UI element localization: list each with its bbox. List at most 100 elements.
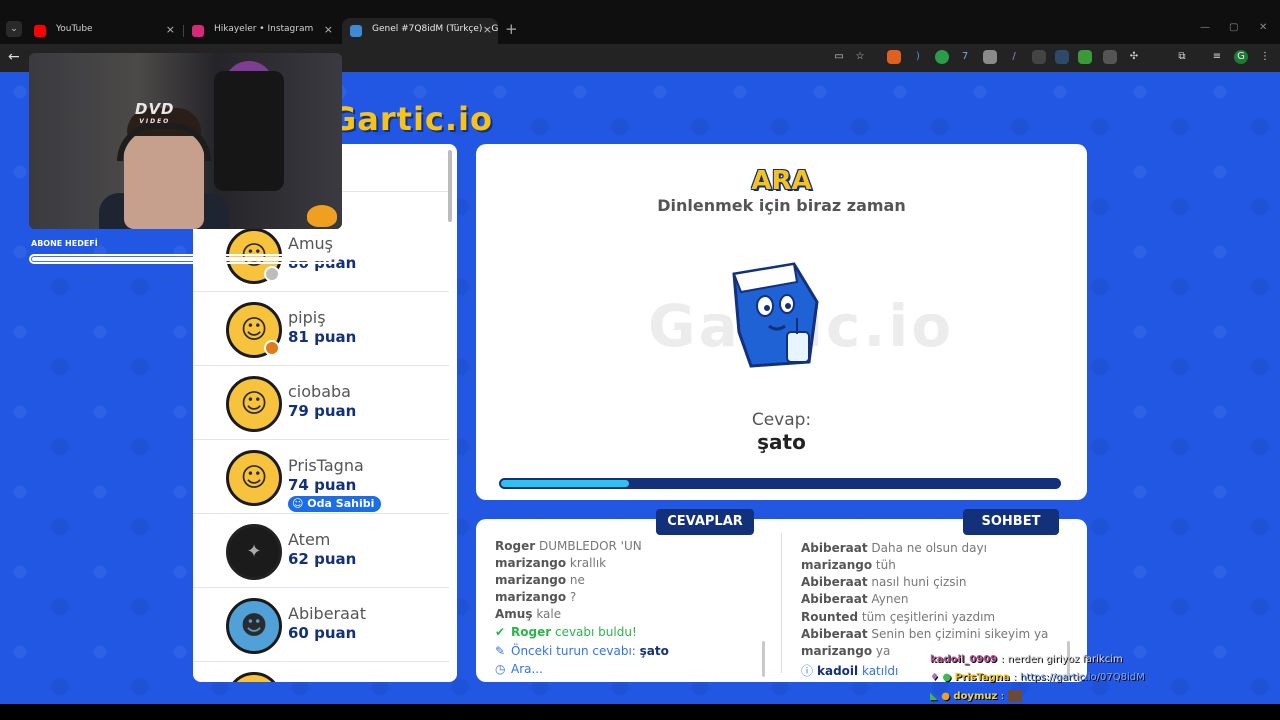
- youtube-icon: [34, 25, 46, 37]
- stream-chat-text: nerden giriyoz farikcim: [1007, 654, 1123, 665]
- answers-scrollbar[interactable]: [762, 641, 765, 677]
- panel-divider: [781, 533, 782, 673]
- answer-text: DUMBLEDOR 'UN: [538, 539, 642, 553]
- status-dot: [264, 340, 280, 356]
- chat-user: Rounted: [801, 610, 859, 624]
- collectible-figure: [214, 71, 284, 191]
- extension-icon[interactable]: ✣: [1127, 50, 1141, 64]
- player-name: ciobaba: [288, 382, 351, 401]
- menu-icon[interactable]: ⋮: [1258, 50, 1272, 64]
- state-subtitle: Dinlenmek için biraz zaman: [657, 196, 906, 215]
- minimize-icon[interactable]: —: [1200, 22, 1210, 33]
- answer-item: Roger DUMBLEDOR 'UN: [495, 539, 642, 553]
- extension-icon[interactable]: [887, 50, 901, 64]
- sub-badge-icon: ●: [941, 691, 950, 702]
- tab-chat[interactable]: SOHBET: [963, 509, 1059, 535]
- chat-text: ya: [875, 644, 891, 658]
- extension-icon[interactable]: /: [1007, 50, 1021, 64]
- close-icon[interactable]: ×: [166, 23, 175, 36]
- chat-text: Aynen: [871, 592, 909, 606]
- answer-value: şato: [757, 430, 806, 454]
- answer-item: marizango ?: [495, 590, 576, 604]
- answer-label: Cevap:: [751, 410, 812, 430]
- answer-text: Önceki turun cevabı:: [511, 644, 636, 658]
- clock-icon: ◷: [495, 662, 506, 676]
- chat-message: Rounted tüm çeşitlerini yazdım: [801, 610, 995, 624]
- game-canvas-card: ARA Dinlenmek için biraz zaman Gartic.io…: [476, 144, 1087, 500]
- close-window-icon[interactable]: ✕: [1259, 22, 1267, 33]
- player-score: 81 puan: [288, 328, 357, 346]
- player-row[interactable]: ✦ Atem 62 puan: [193, 514, 449, 588]
- chat-message: marizango tüh: [801, 558, 896, 572]
- tab-instagram[interactable]: Hikayeler • Instagram ×: [184, 18, 339, 44]
- install-icon[interactable]: ▭: [832, 50, 846, 64]
- answer-text: ne: [569, 573, 585, 587]
- player-name: Atem: [288, 530, 331, 549]
- players-scrollbar[interactable]: [448, 150, 452, 222]
- maximize-icon[interactable]: ▢: [1229, 22, 1238, 33]
- tab-title: YouTube: [56, 24, 93, 34]
- chat-user: Abiberaat: [801, 575, 868, 589]
- answer-user: marizango: [495, 556, 567, 570]
- back-button[interactable]: ←: [8, 49, 20, 65]
- tab-search-button[interactable]: ⌄: [6, 21, 22, 37]
- answer-text: Ara...: [511, 662, 543, 676]
- player-row[interactable]: ☻ Abiberaat 60 puan: [193, 588, 449, 662]
- stream-chat-separator: :: [1013, 672, 1017, 683]
- sub-goal-bar: [29, 254, 339, 264]
- bottom-black-bar: [0, 704, 1280, 720]
- chat-text: Daha ne olsun dayı: [871, 541, 987, 555]
- dvd-logo-subtext: VIDEO: [139, 118, 171, 125]
- badge-icon: ♦: [930, 672, 939, 683]
- stream-chat-line: kadoil_0909 : nerden giriyoz farikcim: [930, 654, 1123, 665]
- close-icon[interactable]: ×: [483, 23, 492, 36]
- extensions-puzzle-icon[interactable]: ⧉: [1175, 50, 1189, 64]
- chat-user: kadoil: [817, 664, 859, 678]
- chat-user: Abiberaat: [801, 592, 868, 606]
- media-control-icon[interactable]: ≡: [1210, 50, 1224, 64]
- extension-icon[interactable]: [1055, 50, 1069, 64]
- smile-face-icon: ☺: [240, 463, 268, 493]
- stream-chat-user: doymuz: [953, 691, 998, 702]
- player-row[interactable]: ☺ pipiş 81 puan: [193, 292, 449, 366]
- player-score: 62 puan: [288, 550, 357, 568]
- profile-avatar[interactable]: G: [1234, 50, 1248, 64]
- extension-icon[interactable]: [1103, 50, 1117, 64]
- extension-icon[interactable]: [1032, 50, 1046, 64]
- answer-text: ?: [569, 590, 577, 604]
- extension-icon[interactable]: [935, 50, 949, 64]
- mascot-drinking-icon: [732, 262, 819, 368]
- answer-user: marizango: [495, 590, 567, 604]
- extension-icon[interactable]: [983, 50, 997, 64]
- stream-chat-line: ♦ ● PrisTagna : https://gartic.io/07Q8id…: [930, 672, 1145, 683]
- extension-icon[interactable]: ): [911, 50, 925, 64]
- bookmark-star-icon[interactable]: ☆: [853, 50, 867, 64]
- player-row[interactable]: ☺ ciobaba 79 puan: [193, 366, 449, 440]
- tab-gartic[interactable]: Genel #7Q8idM (Türkçe) - Gartic.io ×: [342, 18, 498, 44]
- status-dot: [264, 266, 280, 282]
- chat-text: nasıl huni çizsin: [871, 575, 967, 589]
- stream-chat-separator: :: [1000, 654, 1004, 665]
- player-score: 74 puan: [288, 476, 357, 494]
- answer-text: cevabı buldu!: [554, 625, 637, 639]
- state-title: ARA: [751, 166, 812, 196]
- new-tab-button[interactable]: +: [505, 20, 518, 38]
- flame-icon: [307, 205, 337, 227]
- previous-answer-value: şato: [639, 644, 669, 658]
- player-row[interactable]: [193, 662, 449, 682]
- player-row[interactable]: ☺ PrisTagna 74 puan ☺ Oda Sahibi: [193, 440, 449, 514]
- tab-answers[interactable]: CEVAPLAR: [656, 509, 754, 535]
- checkmark-icon: ✔: [495, 625, 506, 639]
- chat-message: marizango ya: [801, 644, 890, 658]
- stream-chat-separator: :: [1000, 691, 1005, 702]
- verified-icon: ●: [942, 672, 952, 683]
- stream-chat-link[interactable]: https://gartic.io/07Q8idM: [1020, 672, 1145, 683]
- tab-youtube[interactable]: YouTube ×: [26, 18, 181, 44]
- answer-user: Amuş: [495, 607, 533, 621]
- close-icon[interactable]: ×: [324, 23, 333, 36]
- extension-icon[interactable]: 7: [958, 50, 972, 64]
- chat-user: marizango: [801, 558, 873, 572]
- extension-icon[interactable]: [1078, 50, 1092, 64]
- chat-message: Abiberaat Daha ne olsun dayı: [801, 541, 987, 555]
- chat-user: Abiberaat: [801, 627, 868, 641]
